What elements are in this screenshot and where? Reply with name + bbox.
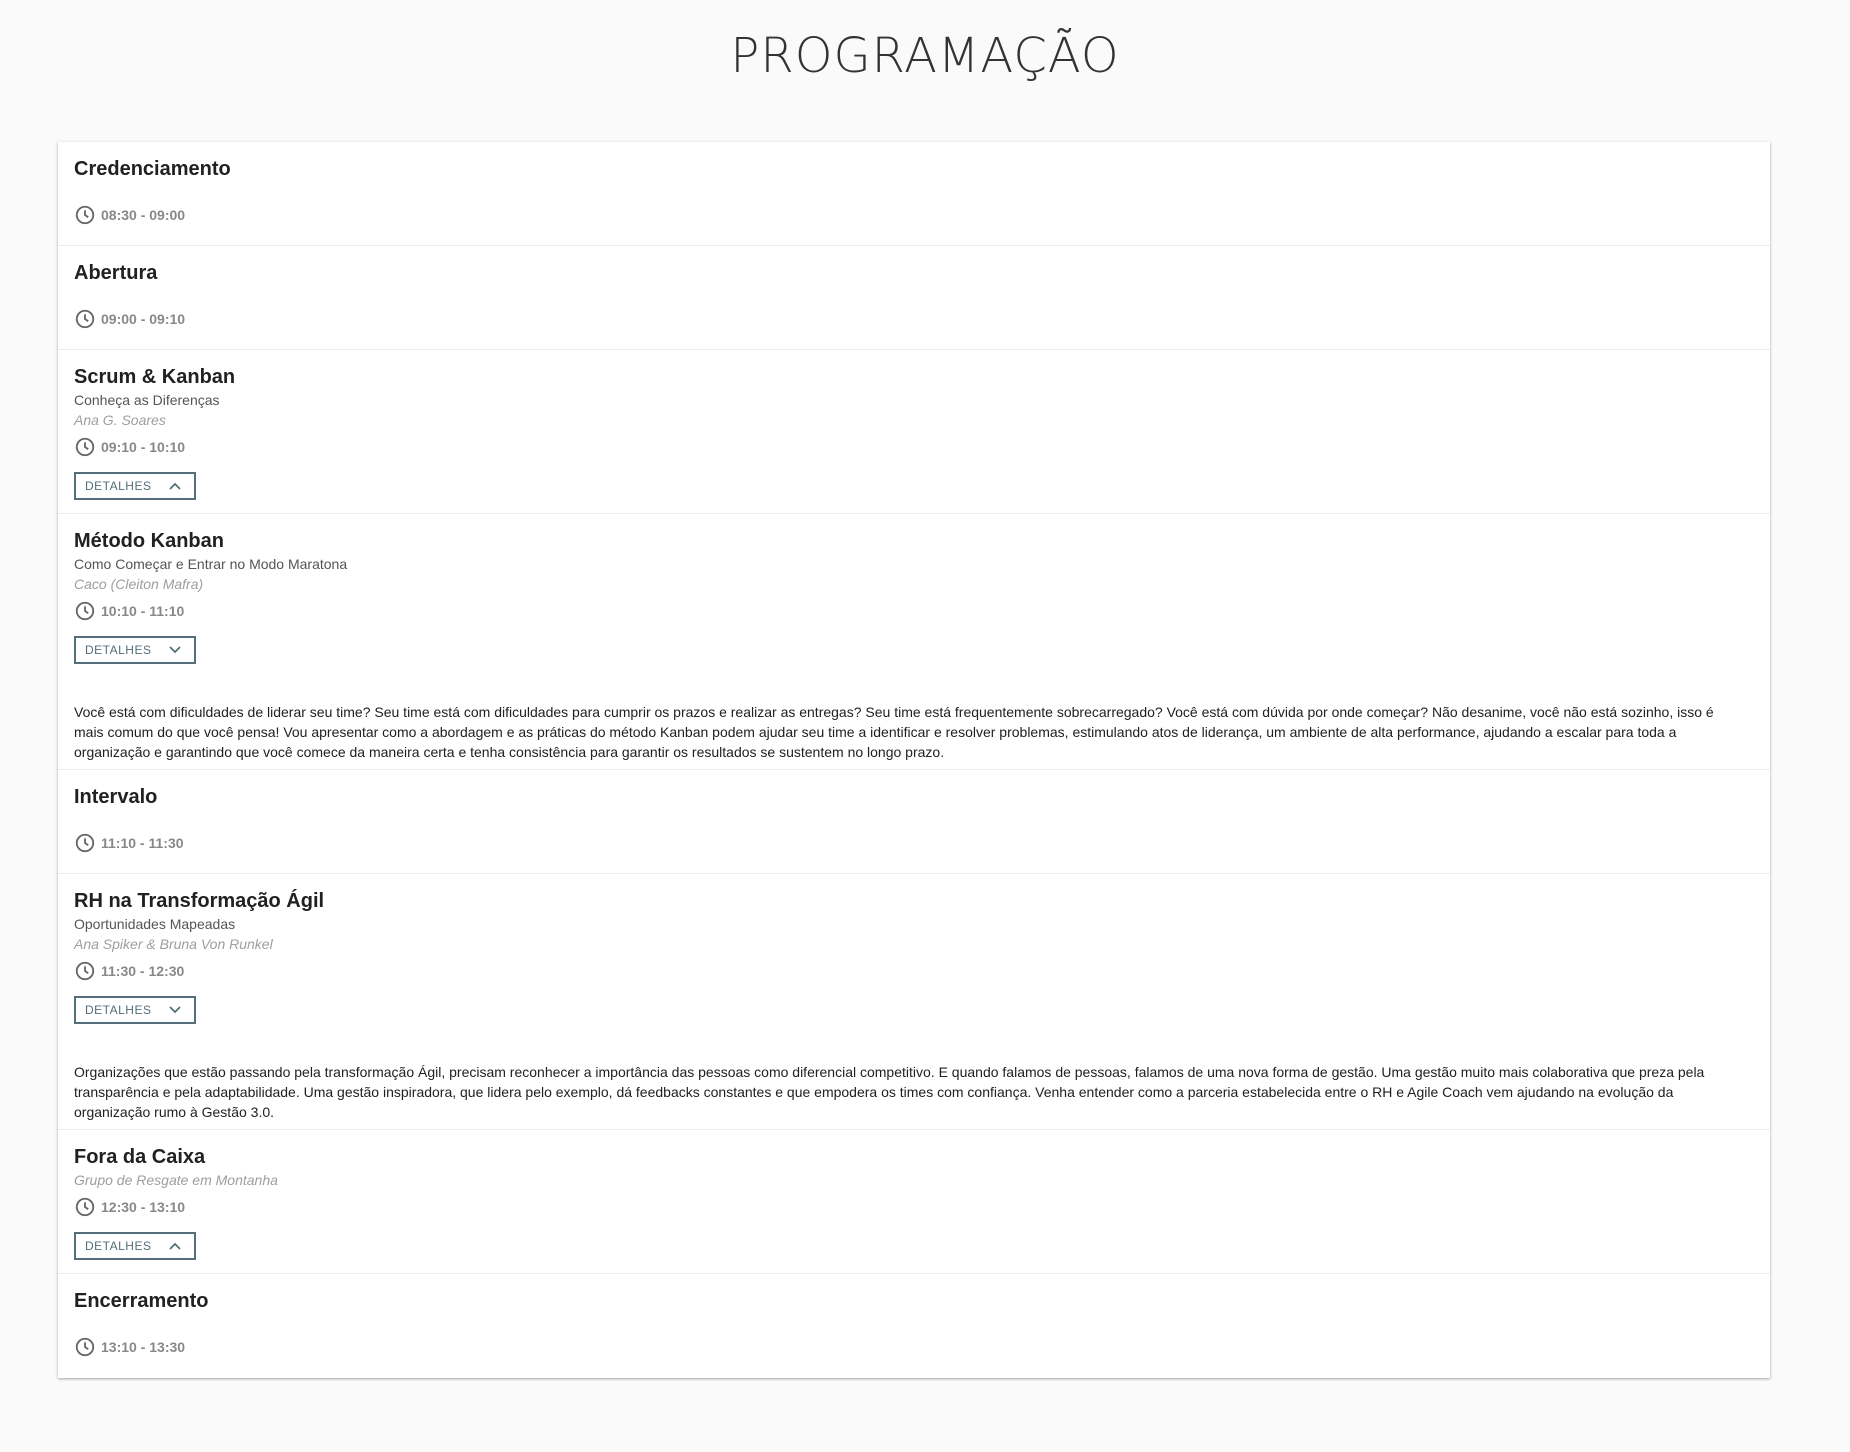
time-row: 11:30 - 12:30	[74, 958, 1754, 984]
item-speaker: Grupo de Resgate em Montanha	[74, 1172, 278, 1188]
time-row: 12:30 - 13:10	[74, 1194, 1754, 1220]
chevron-up-icon	[169, 482, 181, 490]
chevron-up-icon	[169, 1242, 181, 1250]
item-subtitle: Como Começar e Entrar no Modo Maratona	[74, 556, 348, 572]
clock-icon	[75, 961, 95, 981]
item-title: RH na Transformação Ágil	[74, 890, 325, 912]
item-subtitle: Conheça as Diferenças	[74, 392, 220, 408]
clock-icon	[75, 1337, 95, 1357]
details-label: DETALHES	[85, 1239, 152, 1253]
details-button[interactable]: DETALHES	[74, 636, 196, 664]
time-row: 08:30 - 09:00	[74, 202, 1754, 228]
details-label: DETALHES	[85, 1003, 152, 1017]
schedule-item-intervalo: Intervalo 11:10 - 11:30	[58, 770, 1770, 874]
clock-icon	[75, 833, 95, 853]
schedule-item-metodo-kanban: Método Kanban Como Começar e Entrar no M…	[58, 514, 1770, 770]
time-text: 12:30 - 13:10	[101, 1199, 186, 1215]
item-speaker: Ana G. Soares	[74, 412, 166, 428]
clock-icon	[75, 437, 95, 457]
item-subtitle: Oportunidades Mapeadas	[74, 916, 236, 932]
item-title: Encerramento	[74, 1290, 209, 1312]
clock-icon	[75, 1197, 95, 1217]
chevron-down-icon	[169, 1006, 181, 1014]
time-text: 10:10 - 11:10	[101, 603, 185, 619]
time-text: 11:30 - 12:30	[101, 963, 185, 979]
item-title: Scrum & Kanban	[74, 366, 236, 388]
time-row: 13:10 - 13:30	[74, 1334, 1754, 1360]
time-row: 11:10 - 11:30	[74, 830, 1754, 856]
time-text: 09:10 - 10:10	[101, 439, 186, 455]
time-row: 09:00 - 09:10	[74, 306, 1754, 332]
item-title: Fora da Caixa	[74, 1146, 206, 1168]
time-text: 08:30 - 09:00	[101, 207, 186, 223]
time-row: 10:10 - 11:10	[74, 598, 1754, 624]
schedule-card: Credenciamento 08:30 - 09:00 Abertura 09…	[58, 142, 1770, 1378]
item-title: Método Kanban	[74, 530, 224, 552]
item-speaker: Ana Spiker & Bruna Von Runkel	[74, 936, 273, 952]
time-text: 13:10 - 13:30	[101, 1339, 186, 1355]
schedule-item-scrum-kanban: Scrum & Kanban Conheça as Diferenças Ana…	[58, 350, 1770, 514]
details-label: DETALHES	[85, 479, 152, 493]
schedule-item-abertura: Abertura 09:00 - 09:10	[58, 246, 1770, 350]
clock-icon	[75, 601, 95, 621]
details-button[interactable]: DETALHES	[74, 472, 196, 500]
chevron-down-icon	[169, 646, 181, 654]
clock-icon	[75, 309, 95, 329]
item-title: Intervalo	[74, 786, 158, 808]
clock-icon	[75, 205, 95, 225]
time-text: 09:00 - 09:10	[101, 311, 186, 327]
item-description: Você está com dificuldades de liderar se…	[74, 704, 1714, 760]
time-text: 11:10 - 11:30	[101, 835, 184, 851]
schedule-item-rh-transformacao: RH na Transformação Ágil Oportunidades M…	[58, 874, 1770, 1130]
schedule-item-credenciamento: Credenciamento 08:30 - 09:00	[58, 142, 1770, 246]
time-row: 09:10 - 10:10	[74, 434, 1754, 460]
item-description: Organizações que estão passando pela tra…	[74, 1064, 1705, 1120]
schedule-item-fora-da-caixa: Fora da Caixa Grupo de Resgate em Montan…	[58, 1130, 1770, 1274]
details-button[interactable]: DETALHES	[74, 996, 196, 1024]
details-button[interactable]: DETALHES	[74, 1232, 196, 1260]
item-title: Credenciamento	[74, 158, 231, 180]
item-title: Abertura	[74, 262, 158, 284]
schedule-item-encerramento: Encerramento 13:10 - 13:30	[58, 1274, 1770, 1378]
item-speaker: Caco (Cleiton Mafra)	[74, 576, 204, 592]
details-label: DETALHES	[85, 643, 152, 657]
page-title: PROGRAMAÇÃO	[730, 28, 1120, 84]
